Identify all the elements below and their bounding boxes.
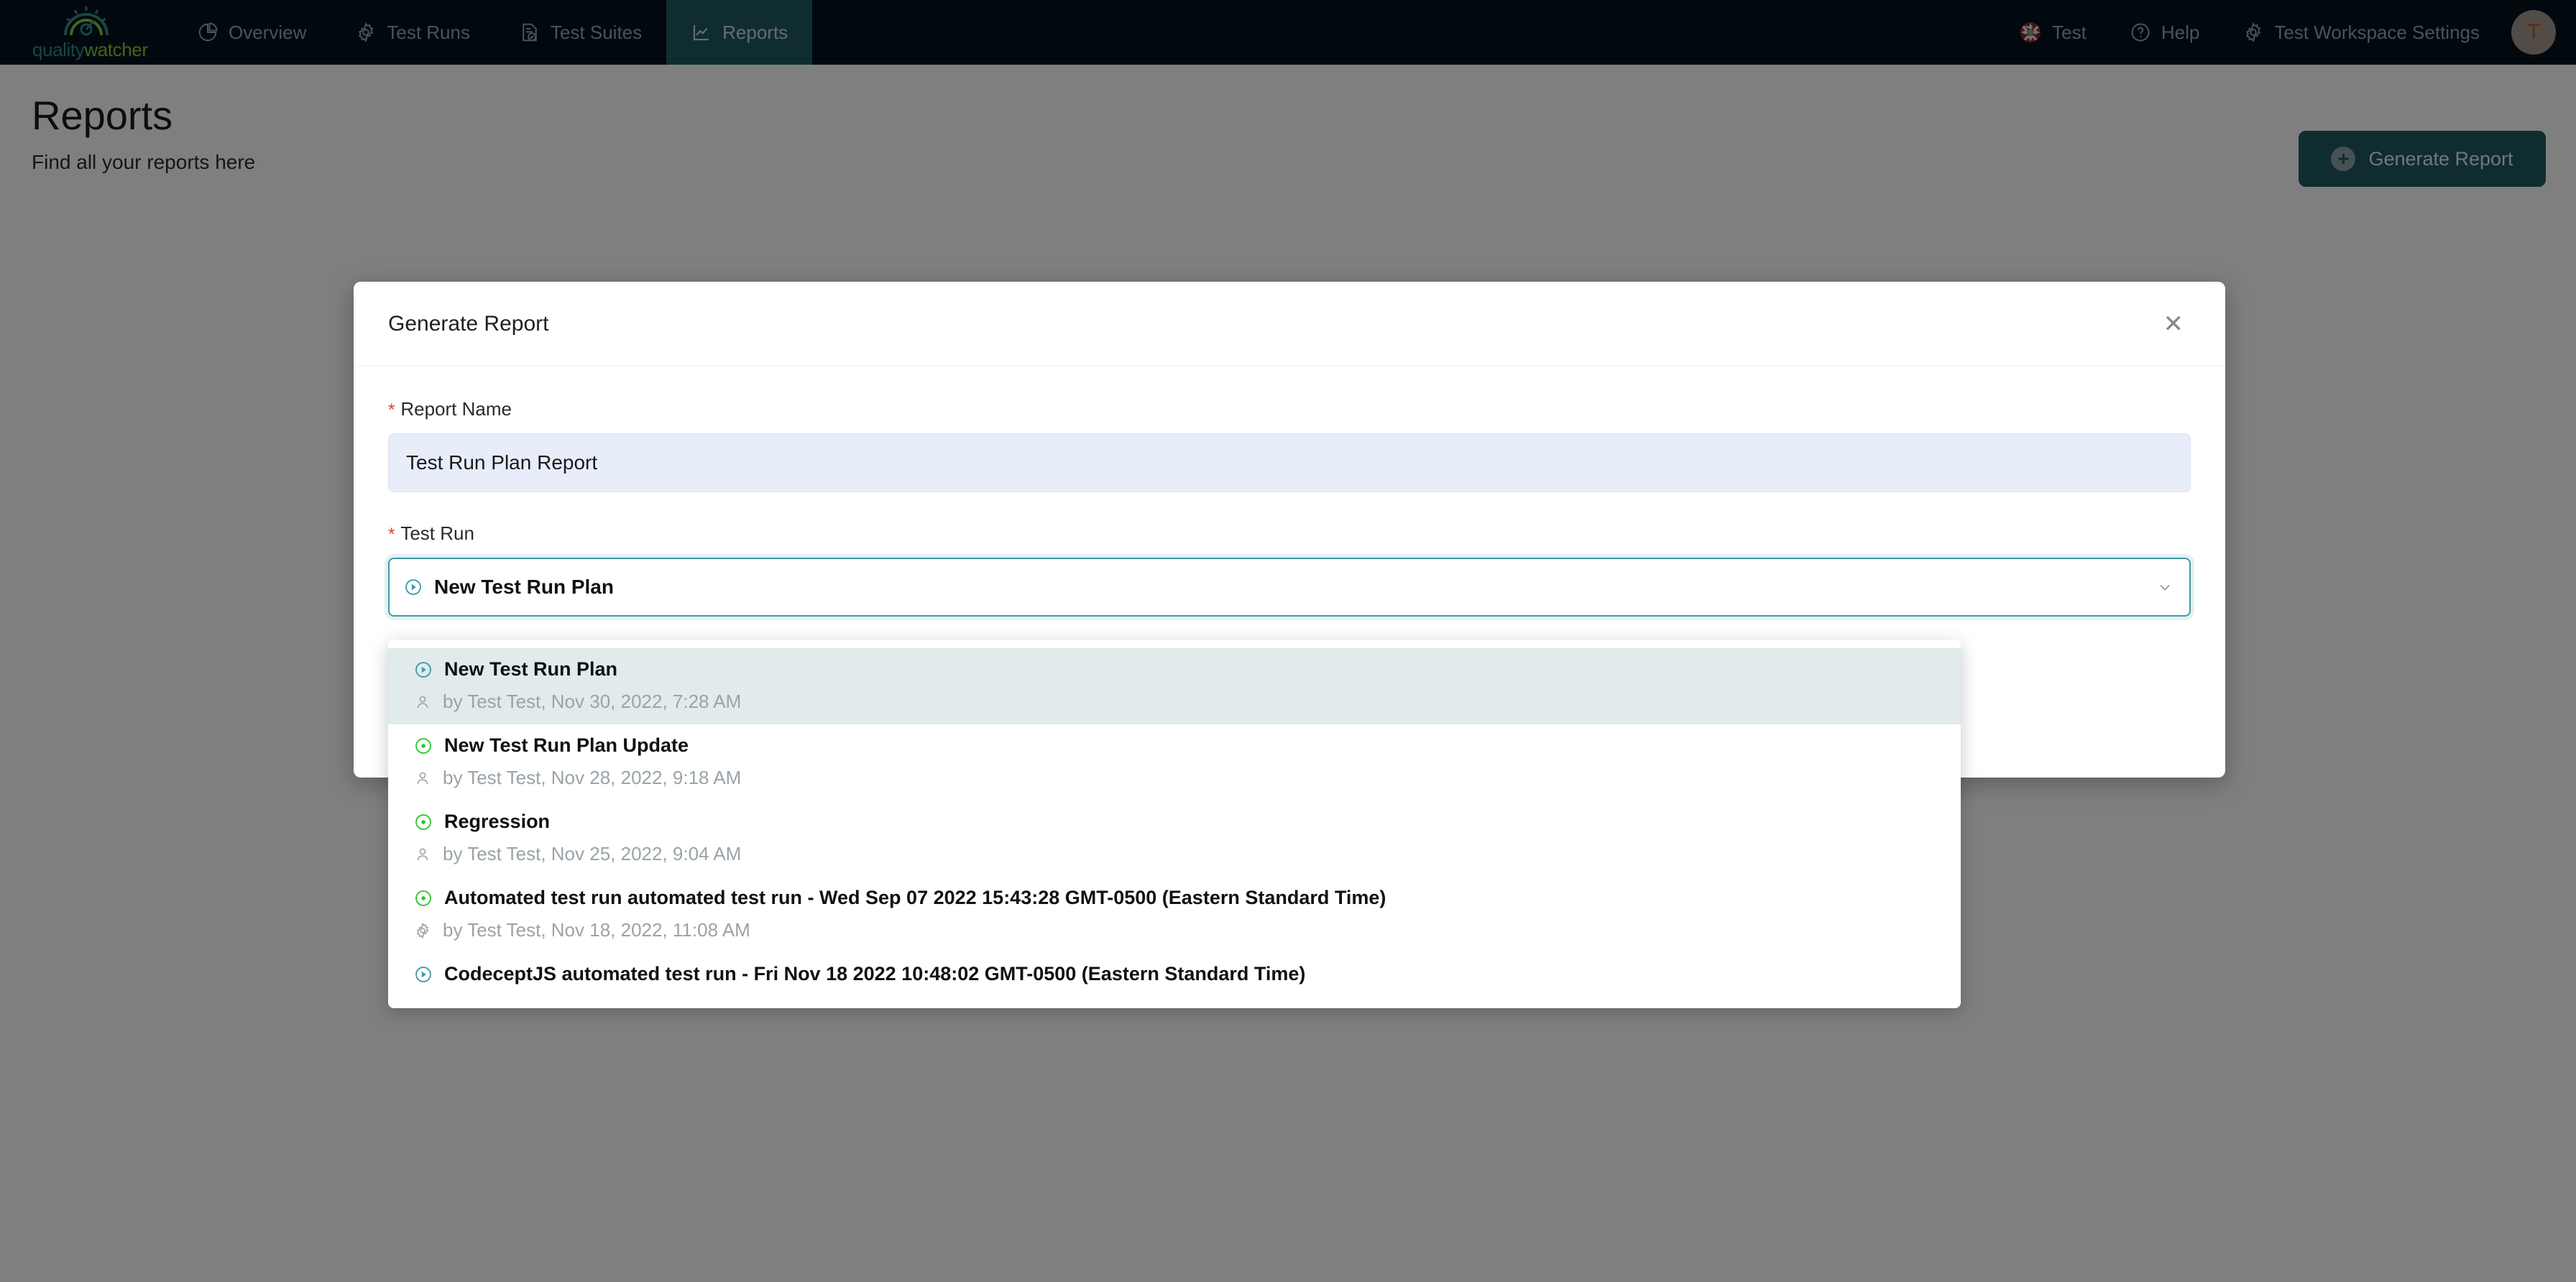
dropdown-option-title-row: Regression: [414, 811, 1935, 833]
close-icon[interactable]: ✕: [2156, 306, 2191, 342]
dropdown-option-3[interactable]: Automated test run automated test run - …: [388, 877, 1961, 953]
test-run-label-text: Test Run: [400, 522, 474, 544]
report-name-label: * Report Name: [388, 398, 2191, 420]
user-icon: [414, 770, 431, 787]
dropdown-option-title-row: New Test Run Plan Update: [414, 734, 1935, 757]
record-circle-icon: [414, 889, 433, 908]
user-icon: [414, 693, 431, 711]
modal-title: Generate Report: [388, 311, 549, 336]
dropdown-option-title-row: Automated test run automated test run - …: [414, 887, 1935, 909]
dropdown-option-title-row: New Test Run Plan: [414, 658, 1935, 681]
record-circle-icon: [414, 813, 433, 831]
dropdown-option-meta-row: by Test Test, Nov 18, 2022, 11:08 AM: [414, 919, 1935, 941]
dropdown-option-meta-row: by Test Test, Nov 30, 2022, 7:28 AM: [414, 691, 1935, 713]
dropdown-option-title: CodeceptJS automated test run - Fri Nov …: [444, 963, 1306, 984]
field-spacer: [388, 492, 2191, 522]
dropdown-option-4[interactable]: CodeceptJS automated test run - Fri Nov …: [388, 953, 1961, 997]
dropdown-option-meta-row: by Test Test, Nov 25, 2022, 9:04 AM: [414, 843, 1935, 865]
play-circle-icon: [414, 965, 433, 984]
required-asterisk: *: [388, 400, 395, 420]
chevron-down-icon[interactable]: [2156, 578, 2174, 596]
dropdown-option-2[interactable]: Regression by Test Test, Nov 25, 2022, 9…: [388, 801, 1961, 877]
record-circle-icon: [414, 737, 433, 755]
test-run-select-value: New Test Run Plan: [434, 576, 614, 598]
dropdown-option-meta: by Test Test, Nov 25, 2022, 9:04 AM: [443, 843, 742, 864]
dropdown-option-0[interactable]: New Test Run Plan by Test Test, Nov 30, …: [388, 648, 1961, 724]
report-name-input[interactable]: Test Run Plan Report: [388, 433, 2191, 492]
dropdown-option-meta: by Test Test, Nov 18, 2022, 11:08 AM: [443, 919, 750, 941]
play-circle-icon: [414, 660, 433, 679]
dropdown-option-title: New Test Run Plan Update: [444, 734, 689, 756]
dropdown-option-1[interactable]: New Test Run Plan Update by Test Test, N…: [388, 724, 1961, 801]
dropdown-option-title: Automated test run automated test run - …: [444, 887, 1386, 908]
dropdown-option-title: New Test Run Plan: [444, 658, 618, 680]
test-run-select-value-wrap: New Test Run Plan: [404, 576, 614, 599]
gear-icon: [414, 922, 431, 939]
dropdown-option-meta-row: by Test Test, Nov 28, 2022, 9:18 AM: [414, 767, 1935, 789]
dropdown-option-title-row: CodeceptJS automated test run - Fri Nov …: [414, 963, 1935, 985]
dropdown-option-title: Regression: [444, 811, 551, 832]
test-run-label: * Test Run: [388, 522, 2191, 545]
modal-body: * Report Name Test Run Plan Report * Tes…: [354, 366, 2225, 617]
test-run-dropdown[interactable]: New Test Run Plan by Test Test, Nov 30, …: [388, 640, 1961, 1008]
required-asterisk: *: [388, 525, 395, 544]
modal-header: Generate Report ✕: [354, 282, 2225, 366]
dropdown-option-meta: by Test Test, Nov 30, 2022, 7:28 AM: [443, 691, 742, 712]
dropdown-option-meta: by Test Test, Nov 28, 2022, 9:18 AM: [443, 767, 742, 788]
report-name-label-text: Report Name: [400, 398, 512, 420]
user-icon: [414, 846, 431, 863]
play-circle-icon: [404, 578, 423, 596]
test-run-select[interactable]: New Test Run Plan: [388, 558, 2191, 617]
